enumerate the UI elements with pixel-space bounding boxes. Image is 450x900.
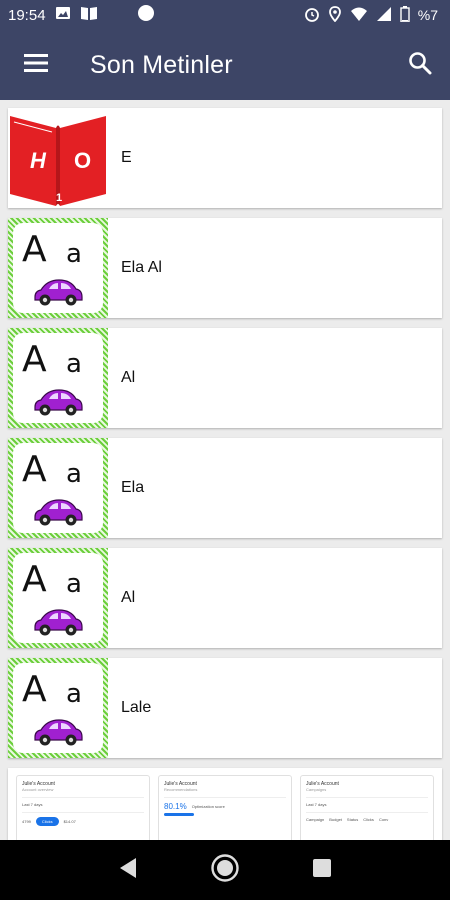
system-nav-bar — [0, 840, 450, 900]
recent-texts-list: H O 1 E A a Ela Al A a Al A a Ela A a Al… — [0, 100, 450, 840]
car-icon — [31, 387, 85, 422]
app-bar: Son Metinler — [0, 30, 450, 100]
ad-card-subtitle: Account overview — [22, 787, 54, 792]
ad-card-subtitle: Campaigns — [306, 787, 327, 792]
list-item-label: Ela Al — [121, 259, 162, 276]
list-item-label: Al — [121, 369, 136, 386]
status-time: 19:54 — [8, 6, 46, 24]
menu-icon — [23, 53, 49, 78]
location-icon — [328, 5, 342, 25]
letters-thumbnail: A a — [8, 548, 108, 648]
book-letter-left: H — [30, 148, 47, 173]
thumb-upper-letter: A — [22, 669, 47, 710]
battery-level: %7 — [417, 7, 438, 23]
book-icon — [80, 5, 98, 25]
status-bar: 19:54 %7 — [0, 0, 450, 30]
alarm-icon — [304, 6, 320, 25]
ad-card-stat: $14.07 — [63, 819, 76, 824]
ad-card-col: Budget — [329, 817, 342, 822]
letters-thumbnail: A a — [8, 438, 108, 538]
ad-card-period: Last 7 days — [306, 802, 327, 807]
thumb-upper-letter: A — [22, 229, 47, 270]
wifi-icon — [350, 6, 368, 25]
thumb-lower-letter: a — [66, 349, 82, 379]
list-item[interactable]: A a Ela — [8, 438, 442, 538]
ad-card-percent: 80.1% — [164, 802, 187, 811]
car-icon — [31, 277, 85, 312]
recents-icon — [312, 858, 332, 883]
list-item[interactable]: A a Al — [8, 328, 442, 428]
list-item[interactable]: A a Ela Al — [8, 218, 442, 318]
thumb-lower-letter: a — [66, 459, 82, 489]
recents-button[interactable] — [297, 845, 347, 895]
ad-banner[interactable]: Julie's Account Account overview Last 7 … — [8, 768, 442, 840]
image-icon — [55, 5, 71, 25]
thumb-lower-letter: a — [66, 679, 82, 709]
ad-card-subtitle: Recommendations — [164, 787, 198, 792]
book-number: 1 — [56, 192, 62, 204]
search-icon — [408, 51, 432, 80]
ad-card-pill: Clicks — [35, 817, 59, 826]
list-item-label: Al — [121, 589, 136, 606]
page-title: Son Metinler — [90, 50, 233, 79]
list-item[interactable]: A a Lale — [8, 658, 442, 758]
ad-card-col: Clicks — [363, 817, 374, 822]
search-button[interactable] — [390, 30, 450, 100]
thumb-upper-letter: A — [22, 559, 47, 600]
ad-card-col: Status — [346, 817, 359, 822]
ad-card: Julie's Account Recommendations 80.1% Op… — [158, 775, 292, 840]
letters-thumbnail: A a — [8, 218, 108, 318]
list-item[interactable]: H O 1 E — [8, 108, 442, 208]
list-item-label: Ela — [121, 479, 145, 496]
back-button[interactable] — [103, 845, 153, 895]
ad-card: Julie's Account Account overview Last 7 … — [16, 775, 150, 840]
thumb-lower-letter: a — [66, 569, 82, 599]
ad-card: Julie's Account Campaigns Last 7 days Ca… — [300, 775, 434, 840]
thumb-upper-letter: A — [22, 339, 47, 380]
car-icon — [31, 717, 85, 752]
thumb-upper-letter: A — [22, 449, 47, 490]
home-icon — [210, 853, 240, 888]
thumb-lower-letter: a — [66, 239, 82, 269]
ad-card-bar — [164, 813, 194, 816]
list-item[interactable]: A a Al — [8, 548, 442, 648]
car-icon — [31, 497, 85, 532]
list-item-label: E — [121, 149, 132, 166]
letters-thumbnail: A a — [8, 658, 108, 758]
home-button[interactable] — [200, 845, 250, 895]
menu-button[interactable] — [0, 30, 72, 100]
ad-card-note: Optimization score — [191, 804, 225, 809]
circle-icon — [137, 4, 155, 26]
ad-card-col: Conv — [378, 817, 389, 822]
book-icon: H O 1 — [10, 116, 106, 206]
list-item-label: Lale — [121, 699, 152, 716]
ad-card-period: Last 7 days — [22, 802, 43, 807]
book-thumbnail: H O 1 — [8, 108, 108, 208]
ad-card-col: Campaign — [306, 817, 325, 822]
ad-card-stat: 4799 — [22, 819, 31, 824]
book-letter-right: O — [74, 148, 91, 173]
car-icon — [31, 607, 85, 642]
battery-icon — [400, 5, 410, 25]
signal-icon — [376, 6, 392, 25]
letters-thumbnail: A a — [8, 328, 108, 428]
back-icon — [118, 857, 138, 884]
